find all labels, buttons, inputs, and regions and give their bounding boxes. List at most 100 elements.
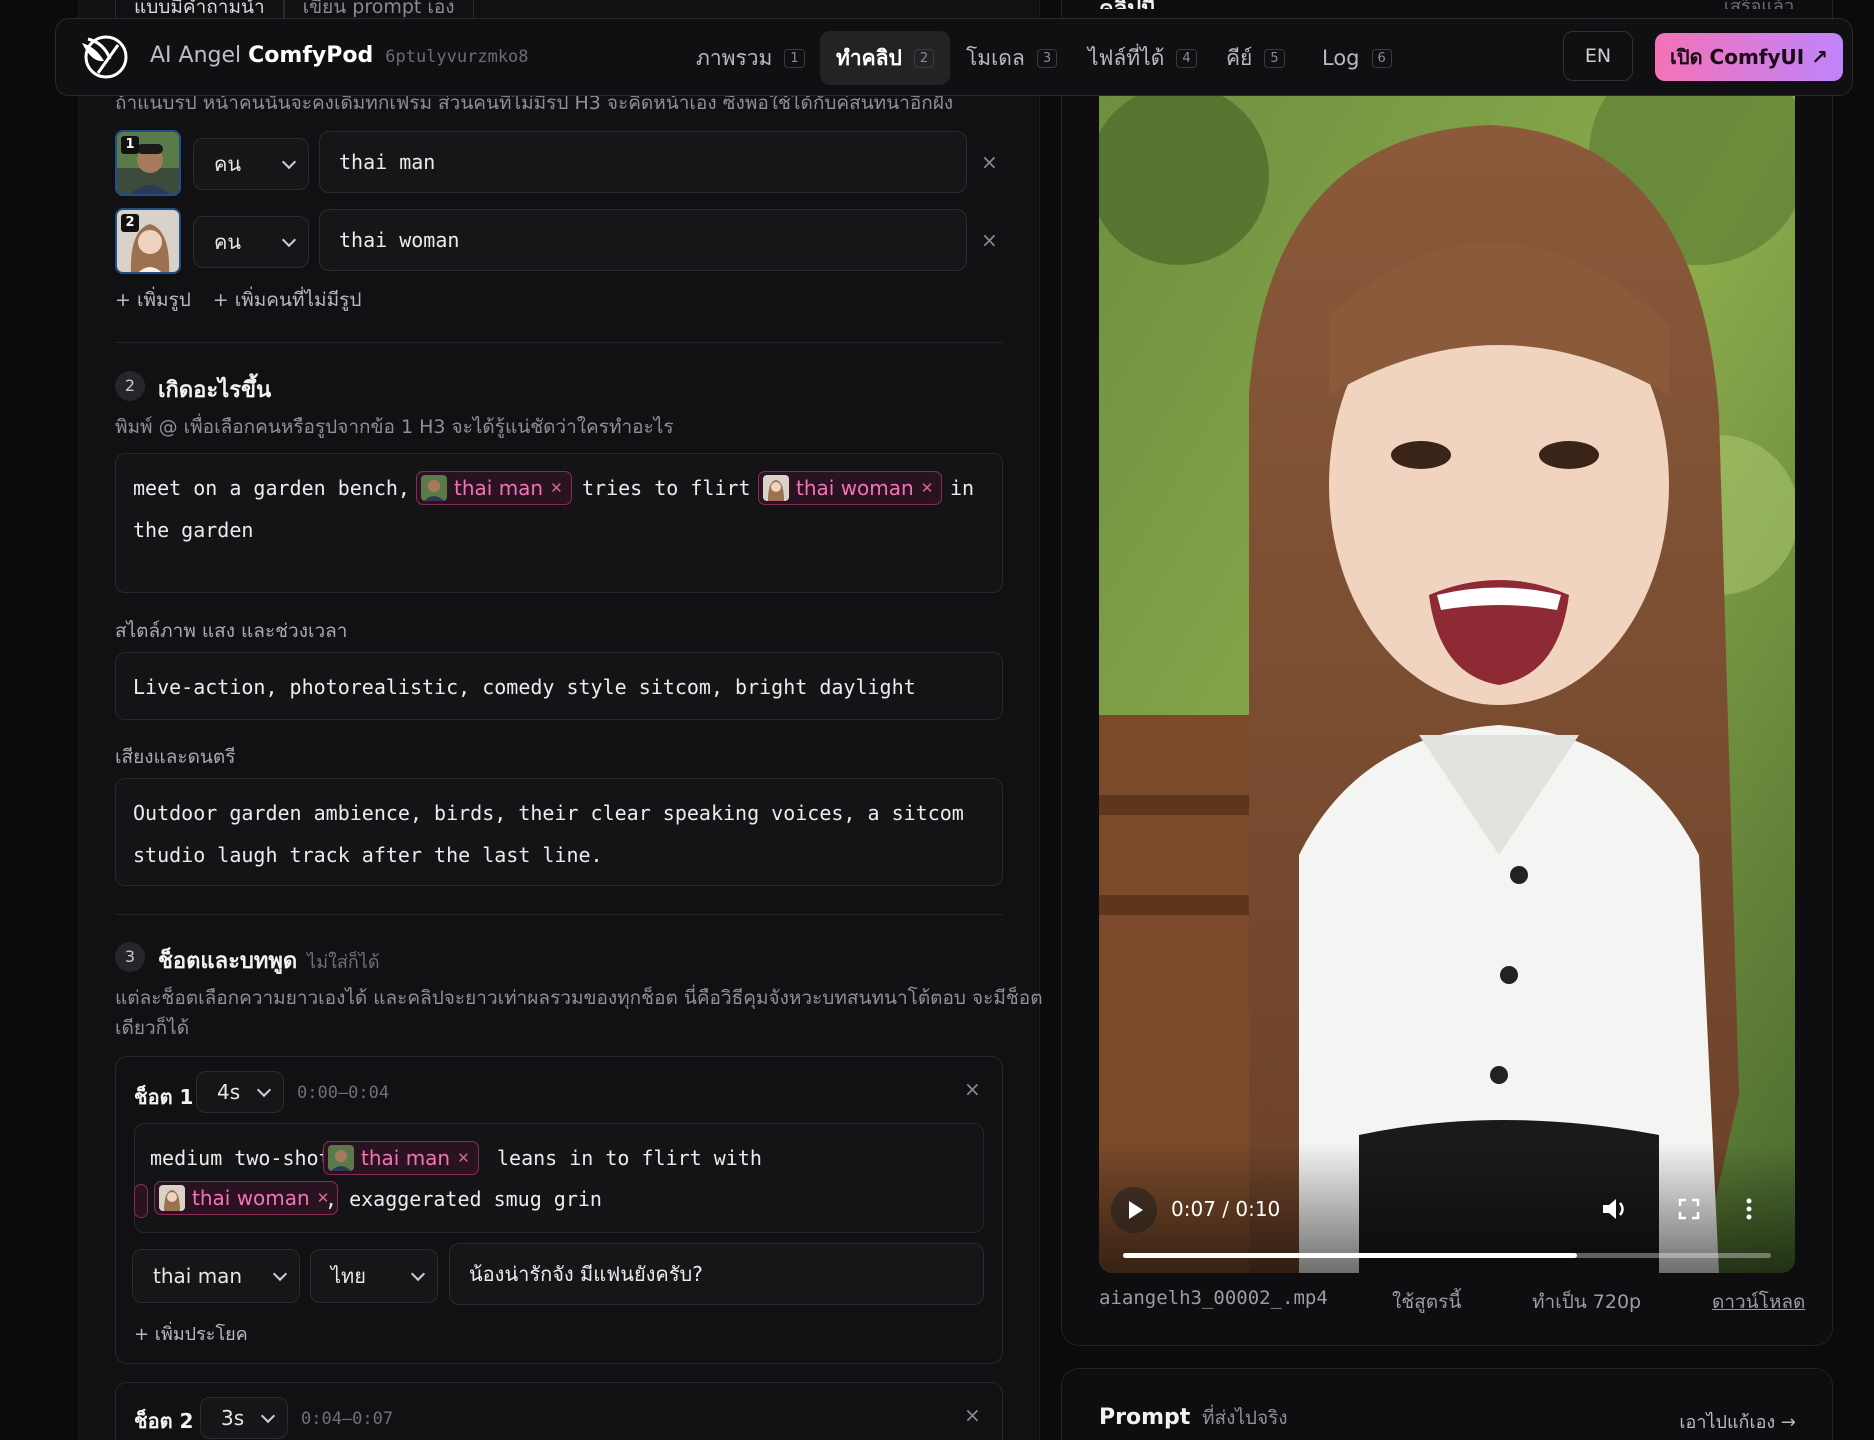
chip-avatar <box>328 1145 354 1171</box>
person-photo[interactable]: 2 <box>115 208 181 274</box>
dialogue-input[interactable]: น้องน่ารักจัง มีแฟนยังครับ? <box>449 1243 984 1305</box>
tab-label: ทำคลิป <box>836 45 902 70</box>
play-icon[interactable] <box>1111 1187 1157 1233</box>
mention-chip[interactable]: thai woman ✕ <box>154 1181 339 1215</box>
tab-shortcut-badge: 1 <box>784 48 805 68</box>
person-description-input[interactable]: thai woman <box>319 209 967 271</box>
chip-remove-icon[interactable]: ✕ <box>457 1149 470 1167</box>
shot-label: ช็อต 2 <box>134 1409 194 1433</box>
style-value: Live-action, photorealistic, comedy styl… <box>133 675 916 699</box>
prompt-card-subtitle: ที่ส่งไปจริง <box>1201 1407 1288 1429</box>
fullscreen-icon[interactable] <box>1677 1197 1701 1225</box>
chevron-down-icon <box>281 232 297 248</box>
tab-make-clip[interactable]: ทำคลิป 2 <box>820 31 951 85</box>
mention-chip[interactable]: thai woman ✕ <box>758 471 943 505</box>
remove-person-icon[interactable]: × <box>981 150 998 174</box>
preview-status: เสร็จแล้ว <box>1724 0 1794 9</box>
person-row: 2 คน thai woman × <box>115 208 1015 274</box>
step-description: แต่ละช็อตเลือกความยาวเองได้ และคลิปจะยาว… <box>115 987 1043 1009</box>
add-line-link[interactable]: + เพิ่มประโยค <box>134 1319 248 1348</box>
style-input[interactable]: Live-action, photorealistic, comedy styl… <box>115 652 1003 720</box>
edit-prompt-link[interactable]: เอาไปแก้เอง → <box>1679 1407 1796 1436</box>
audio-value: studio laugh track after the last line. <box>133 843 603 867</box>
add-person-link[interactable]: + เพิ่มคนที่ไม่มีรูป <box>213 285 362 315</box>
remove-shot-icon[interactable]: × <box>964 1077 981 1101</box>
tab-label: โมเดล <box>966 45 1025 70</box>
section-divider <box>115 342 1003 343</box>
mention-chip[interactable] <box>134 1184 148 1218</box>
download-link[interactable]: ดาวน์โหลด <box>1712 1287 1805 1317</box>
optional-hint: ไม่ใส่ก็ได้ <box>307 952 380 973</box>
language-toggle-button[interactable]: EN <box>1563 31 1633 81</box>
step-description: เดียวก็ได้ <box>115 1017 190 1039</box>
tab-shortcut-badge: 4 <box>1176 48 1197 68</box>
person-type-value: คน <box>214 230 242 254</box>
upscale-button[interactable]: ทำเป็น 720p <box>1532 1287 1641 1317</box>
scene-text: meet on a garden bench, <box>133 476 410 500</box>
audio-label: เสียงและดนตรี <box>115 746 236 768</box>
tab-models[interactable]: โมเดล 3 <box>950 31 1073 85</box>
person-type-select[interactable]: คน <box>193 216 309 268</box>
person-number: 1 <box>121 136 139 154</box>
chip-remove-icon[interactable]: ✕ <box>921 479 934 497</box>
chip-label: thai man <box>361 1146 451 1170</box>
scene-editor[interactable]: meet on a garden bench, thai man ✕ tries… <box>115 453 1003 593</box>
tab-output-files[interactable]: ไฟล์ที่ได้ 4 <box>1072 31 1213 85</box>
shot-label: ช็อต 1 <box>134 1085 194 1109</box>
tab-shortcut-badge: 3 <box>1036 48 1058 68</box>
person-number: 2 <box>121 214 139 232</box>
people-actions: + เพิ่มรูป + เพิ่มคนที่ไม่มีรูป <box>115 285 361 315</box>
volume-icon[interactable] <box>1601 1197 1629 1225</box>
chip-avatar <box>159 1185 185 1211</box>
section-divider <box>115 914 1003 915</box>
shot-duration-value: 4s <box>217 1080 241 1104</box>
person-row: 1 คน thai man × <box>115 130 1015 196</box>
mention-chip[interactable]: thai man ✕ <box>323 1141 479 1175</box>
tab-label: คีย์ <box>1226 45 1253 70</box>
shot-duration-select[interactable]: 4s <box>196 1071 284 1113</box>
use-recipe-button[interactable]: ใช้สูตรนี้ <box>1392 1287 1461 1317</box>
audio-value: Outdoor garden ambience, birds, their cl… <box>133 801 964 825</box>
scene-text: the garden <box>133 518 254 542</box>
open-comfyui-button[interactable]: เปิด ComfyUI ↗ <box>1655 33 1843 81</box>
mention-chip[interactable]: thai man ✕ <box>416 471 572 505</box>
more-options-icon[interactable] <box>1745 1197 1753 1225</box>
pod-id: 6ptulyvurzmko8 <box>385 47 529 67</box>
chip-remove-icon[interactable]: ✕ <box>550 479 563 497</box>
angel-logo-icon <box>82 35 128 79</box>
person-type-select[interactable]: คน <box>193 138 309 190</box>
shot-duration-select[interactable]: 3s <box>200 1397 288 1439</box>
tab-overview[interactable]: ภาพรวม 1 <box>680 31 821 85</box>
speaker-select[interactable]: thai man <box>132 1249 300 1303</box>
tab-keys[interactable]: คีย์ 5 <box>1210 31 1301 85</box>
remove-person-icon[interactable]: × <box>981 228 998 252</box>
step-number-badge: 2 <box>115 371 145 401</box>
person-description-input[interactable]: thai man <box>319 131 967 193</box>
chip-avatar <box>763 475 789 501</box>
shot-time-range: 0:00–0:04 <box>297 1083 390 1103</box>
chip-label: thai woman <box>192 1186 310 1210</box>
chip-avatar <box>421 475 447 501</box>
person-photo[interactable]: 1 <box>115 130 181 196</box>
video-player[interactable]: 0:07 / 0:10 <box>1099 95 1795 1273</box>
output-filename: aiangelh3_00002_.mp4 <box>1099 1287 1328 1309</box>
audio-input[interactable]: Outdoor garden ambience, birds, their cl… <box>115 778 1003 886</box>
step-description: พิมพ์ @ เพื่อเลือกคนหรือรูปจากข้อ 1 H3 จ… <box>115 416 674 438</box>
remove-shot-icon[interactable]: × <box>964 1403 981 1427</box>
scene-text: tries to flirt <box>582 476 751 500</box>
tab-log[interactable]: Log 6 <box>1306 31 1408 85</box>
prompt-card-title: Prompt ที่ส่งไปจริง <box>1099 1403 1288 1433</box>
shot-text: , exaggerated smug grin <box>325 1187 602 1211</box>
language-select[interactable]: ไทย <box>310 1249 438 1303</box>
chevron-down-icon <box>272 1266 288 1282</box>
tab-shortcut-badge: 6 <box>1371 48 1392 68</box>
tab-shortcut-badge: 5 <box>1264 48 1285 68</box>
video-progress-fill <box>1123 1253 1577 1258</box>
step-title: ช็อตและบทพูด ไม่ใส่ก็ได้ <box>158 943 380 978</box>
preview-title: คลิปนี้ <box>1099 0 1156 9</box>
video-controls: 0:07 / 0:10 <box>1099 1143 1795 1273</box>
add-photo-link[interactable]: + เพิ่มรูป <box>115 285 191 315</box>
video-progress-bar[interactable] <box>1123 1253 1771 1258</box>
top-navbar: AI Angel ComfyPod 6ptulyvurzmko8 ภาพรวม 1 … <box>55 18 1853 96</box>
shot-action-editor[interactable]: medium two-shot, thai man ✕ leans in to … <box>134 1123 984 1233</box>
